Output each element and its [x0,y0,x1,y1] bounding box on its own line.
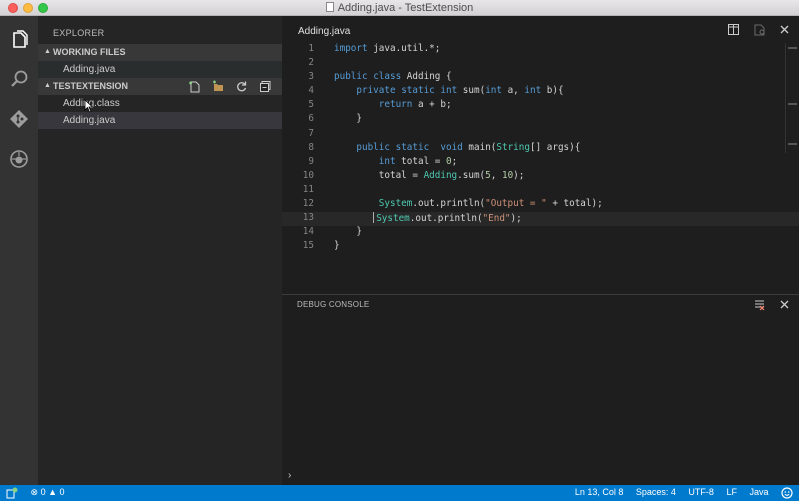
code-line: 1 import java.util.*; [308,43,441,54]
code-line: 9 int total = 0; [308,155,458,167]
collapse-all-icon[interactable] [259,80,272,93]
search-icon[interactable] [9,69,29,89]
working-file-label: Adding.java [63,64,116,75]
warning-icon: ▲ [48,487,58,497]
close-icon[interactable] [778,23,791,36]
file-item[interactable]: Adding.java [38,112,282,129]
expand-arrow-icon: ▲ [44,48,51,55]
project-header[interactable]: ▲ TESTEXTENSION [38,78,282,95]
code-line: 11 [302,183,314,195]
mouse-pointer-icon [84,99,94,113]
language-mode[interactable]: Java [749,487,768,497]
error-count: 0 [40,487,46,497]
code-line: 6 } [308,113,362,125]
debug-icon[interactable] [9,149,29,169]
code-line-active: 13 System.out.println("End"); [282,212,799,227]
split-editor-icon[interactable] [727,23,740,36]
window-title: Adding.java - TestExtension [0,2,799,14]
debug-console-title: DEBUG CONSOLE [297,300,370,309]
project-label: TESTEXTENSION [53,81,129,91]
document-icon [325,2,334,12]
open-changes-icon[interactable] [753,23,766,36]
cursor-position[interactable]: Ln 13, Col 8 [575,487,624,497]
code-line: 8 public static void main(String[] args)… [308,141,581,153]
code-line: 10 total = Adding.sum(5, 10); [302,169,525,181]
editor-tab-title[interactable]: Adding.java [298,26,350,37]
code-line: 4 private static int sum(int a, int b){ [308,85,564,97]
overview-ruler[interactable] [785,43,799,153]
expand-arrow-icon: ▲ [44,82,51,89]
line-ending[interactable]: LF [726,487,737,497]
git-icon[interactable] [9,109,29,129]
refresh-icon[interactable] [235,80,248,93]
code-line: 14 } [302,226,362,238]
clear-console-icon[interactable] [753,298,766,311]
activity-bar [0,16,38,485]
code-line: 5 return a + b; [308,99,452,111]
error-icon: ⊗ [30,487,39,497]
file-label: Adding.java [63,115,116,126]
debug-console-panel: DEBUG CONSOLE › [282,294,799,485]
warning-count: 0 [59,487,65,497]
new-file-icon[interactable] [188,80,201,93]
editor-pane[interactable]: Adding.java 1 import java.util.*; 2 3 publ… [282,16,799,294]
code-line: 7 [308,127,314,139]
working-files-header[interactable]: ▲ WORKING FILES [38,44,282,61]
working-files-label: WORKING FILES [53,47,126,57]
status-bar: ⊗ 0 ▲ 0 Ln 13, Col 8 Spaces: 4 UTF-8 LF … [0,485,799,501]
new-folder-icon[interactable] [212,80,225,93]
file-item[interactable]: Adding.class [38,95,282,112]
indentation-setting[interactable]: Spaces: 4 [636,487,676,497]
code-line: 2 [308,57,314,69]
text-cursor [373,212,375,224]
close-icon[interactable] [778,298,791,311]
code-line: 12 System.out.println("Output = " + tota… [302,198,603,210]
code-line: 3 public class Adding { [308,71,452,83]
code-editor[interactable]: 1 import java.util.*; 2 3 public class Add… [282,43,799,254]
console-prompt[interactable]: › [288,470,291,481]
code-line: 15} [302,240,340,252]
explorer-title: EXPLORER [53,28,105,38]
status-feedback-icon[interactable] [6,487,18,499]
window-title-text: Adding.java - TestExtension [337,2,474,14]
explorer-sidebar: EXPLORER ▲ WORKING FILES Adding.java ▲ T… [38,16,282,485]
file-encoding[interactable]: UTF-8 [688,487,714,497]
smiley-feedback-icon[interactable] [781,487,793,499]
title-bar: Adding.java - TestExtension [0,0,799,16]
problems-indicator[interactable]: ⊗ 0 ▲ 0 [31,487,65,498]
working-file-item[interactable]: Adding.java [38,61,282,78]
files-icon[interactable] [9,30,29,50]
